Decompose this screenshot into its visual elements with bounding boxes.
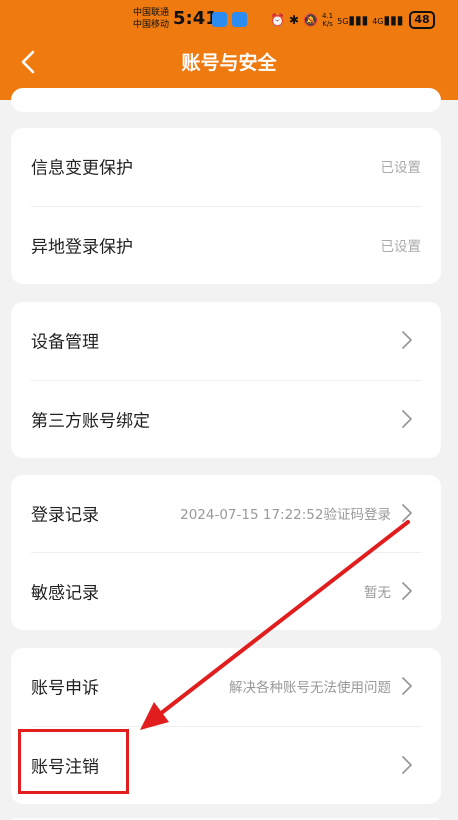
- annotation-arrow: [140, 520, 410, 730]
